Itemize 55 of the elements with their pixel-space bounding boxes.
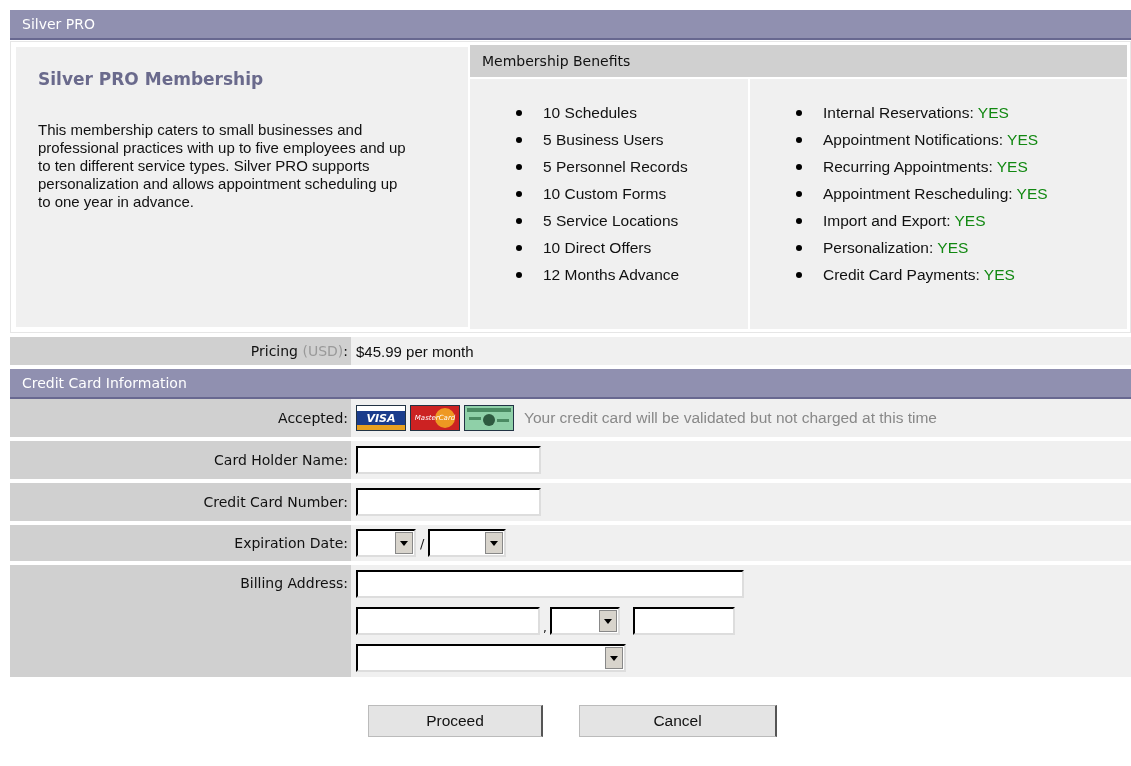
benefit-item: 10 Direct Offers <box>543 238 652 257</box>
field-label: Billing Address: <box>240 575 348 591</box>
input-field[interactable] <box>356 607 540 635</box>
field-label: Credit Card Number: <box>203 494 348 510</box>
form-button[interactable]: Cancel <box>579 705 777 737</box>
bullet-icon <box>516 217 522 224</box>
benefit-item: Appointment Notifications: YES <box>823 130 1039 149</box>
city-separator: , <box>543 621 547 635</box>
benefit-item: Internal Reservations: YES <box>823 103 1009 122</box>
benefit-item: Recurring Appointments: YES <box>823 157 1028 176</box>
benefit-item: Import and Export: YES <box>823 211 986 230</box>
visa-card-icon: VISA <box>356 405 406 431</box>
benefit-item: Credit Card Payments: YES <box>823 265 1015 284</box>
bullet-icon <box>796 109 802 116</box>
field-label: Accepted: <box>278 410 348 426</box>
month-dropdown[interactable] <box>356 529 416 557</box>
pricing-value: $45.99 per month <box>356 342 474 360</box>
bullet-icon <box>516 109 522 116</box>
plan-title: Silver PRO Membership <box>38 69 265 89</box>
state-dropdown[interactable] <box>549 607 620 635</box>
bullet-icon <box>796 271 802 278</box>
benefit-item: Appointment Rescheduling: YES <box>823 184 1048 203</box>
input-field[interactable] <box>356 446 541 474</box>
credit-card-icon <box>464 405 514 431</box>
benefit-item: 10 Custom Forms <box>543 184 667 203</box>
bullet-icon <box>516 271 522 278</box>
field-label: Expiration Date: <box>234 535 348 551</box>
bullet-icon <box>796 163 802 170</box>
plan-description: This membership caters to small businesses and professional practices with up to five employees and up to ten different service types. Silver PRO supports personalization and allows appointment scheduling up to one year in advance. <box>38 121 407 211</box>
input-field[interactable] <box>356 570 744 598</box>
benefit-item: Personalization: YES <box>823 238 969 257</box>
section-header: Credit Card Information <box>10 369 1131 399</box>
country-dropdown[interactable] <box>356 644 626 672</box>
input-field[interactable] <box>632 607 735 635</box>
bullet-icon <box>796 190 802 197</box>
bullet-icon <box>796 217 802 224</box>
card-note: Your credit card will be validated but not charged at this time <box>524 409 937 427</box>
benefit-item: 5 Business Users <box>543 130 664 149</box>
input-field[interactable] <box>356 488 541 516</box>
bullet-icon <box>796 136 802 143</box>
benefit-item: 12 Months Advance <box>543 265 680 284</box>
field-label: Card Holder Name: <box>214 452 348 468</box>
bullet-icon <box>516 136 522 143</box>
benefit-item: 5 Personnel Records <box>543 157 688 176</box>
benefits-header: Membership Benefits <box>470 45 1127 79</box>
bullet-icon <box>516 163 522 170</box>
bullet-icon <box>516 244 522 251</box>
date-separator: / <box>420 535 425 551</box>
bullet-icon <box>516 190 522 197</box>
benefit-item: 5 Service Locations <box>543 211 679 230</box>
section-header: Silver PRO <box>10 10 1131 40</box>
bullet-icon <box>796 244 802 251</box>
year-dropdown[interactable] <box>428 529 507 557</box>
benefit-item: 10 Schedules <box>543 103 637 122</box>
form-button[interactable]: Proceed <box>368 705 543 737</box>
